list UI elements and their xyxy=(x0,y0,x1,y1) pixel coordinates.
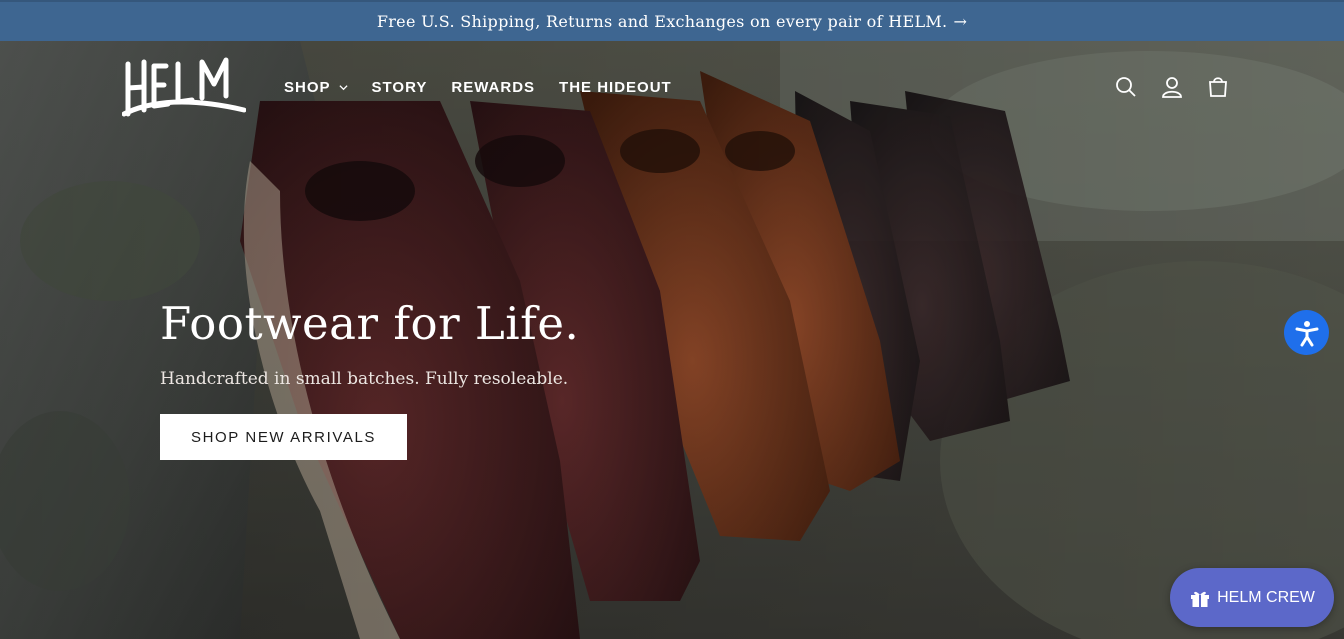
nav-story-label: STORY xyxy=(371,79,428,96)
nav-rewards-label: REWARDS xyxy=(451,79,536,96)
announcement-bar[interactable]: Free U.S. Shipping, Returns and Exchange… xyxy=(0,0,1344,41)
announcement-text: Free U.S. Shipping, Returns and Exchange… xyxy=(376,12,948,31)
search-icon[interactable] xyxy=(1114,75,1138,99)
helm-crew-rewards-button[interactable]: HELM CREW xyxy=(1170,568,1334,627)
helm-crew-label: HELM CREW xyxy=(1217,588,1315,606)
accessibility-button[interactable] xyxy=(1284,310,1329,355)
main-nav: SHOP STORY REWARDS THE HIDEOUT xyxy=(284,79,672,96)
gift-icon xyxy=(1191,591,1210,607)
nav-the-hideout-label: THE HIDEOUT xyxy=(559,79,672,96)
helm-logo[interactable] xyxy=(122,52,246,118)
accessibility-icon xyxy=(1295,320,1318,346)
nav-shop[interactable]: SHOP xyxy=(284,79,348,96)
nav-story[interactable]: STORY xyxy=(372,79,428,96)
nav-shop-label: SHOP xyxy=(284,79,331,96)
header-icons xyxy=(1114,75,1230,99)
account-icon[interactable] xyxy=(1160,75,1184,99)
nav-rewards[interactable]: REWARDS xyxy=(451,79,535,96)
hero-banner: SHOP STORY REWARDS THE HIDEOUT Footwear … xyxy=(0,41,1344,639)
cart-icon[interactable] xyxy=(1206,75,1230,99)
hero-headline: Footwear for Life. xyxy=(160,297,580,350)
nav-the-hideout[interactable]: THE HIDEOUT xyxy=(559,79,672,96)
arrow-right-icon: → xyxy=(953,12,968,31)
hero-subheadline: Handcrafted in small batches. Fully reso… xyxy=(160,369,569,389)
shop-new-arrivals-button[interactable]: SHOP NEW ARRIVALS xyxy=(160,414,407,460)
chevron-down-icon xyxy=(338,85,348,91)
